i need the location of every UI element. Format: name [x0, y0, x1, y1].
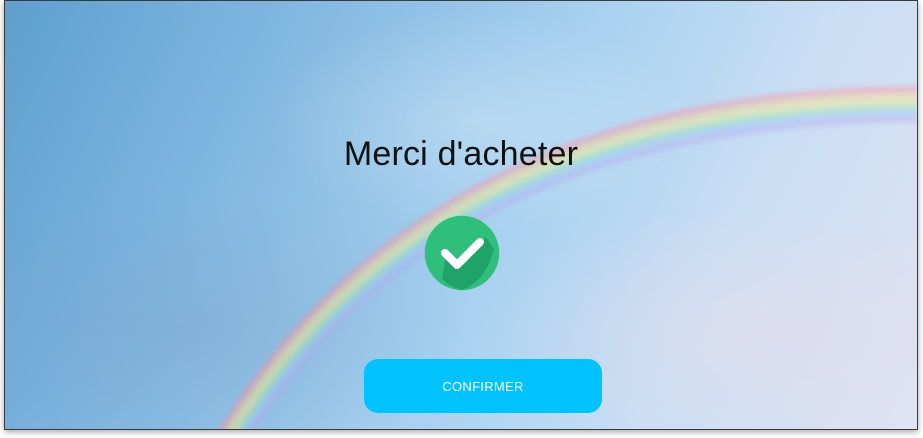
confirm-button[interactable]: CONFIRMER [364, 359, 602, 413]
purchase-confirmation-screen: Merci d'acheter CONFIRMER [4, 0, 918, 430]
page-title: Merci d'acheter [343, 135, 579, 173]
content-area: Merci d'acheter CONFIRMER [5, 1, 917, 429]
check-circle-icon [424, 215, 500, 291]
